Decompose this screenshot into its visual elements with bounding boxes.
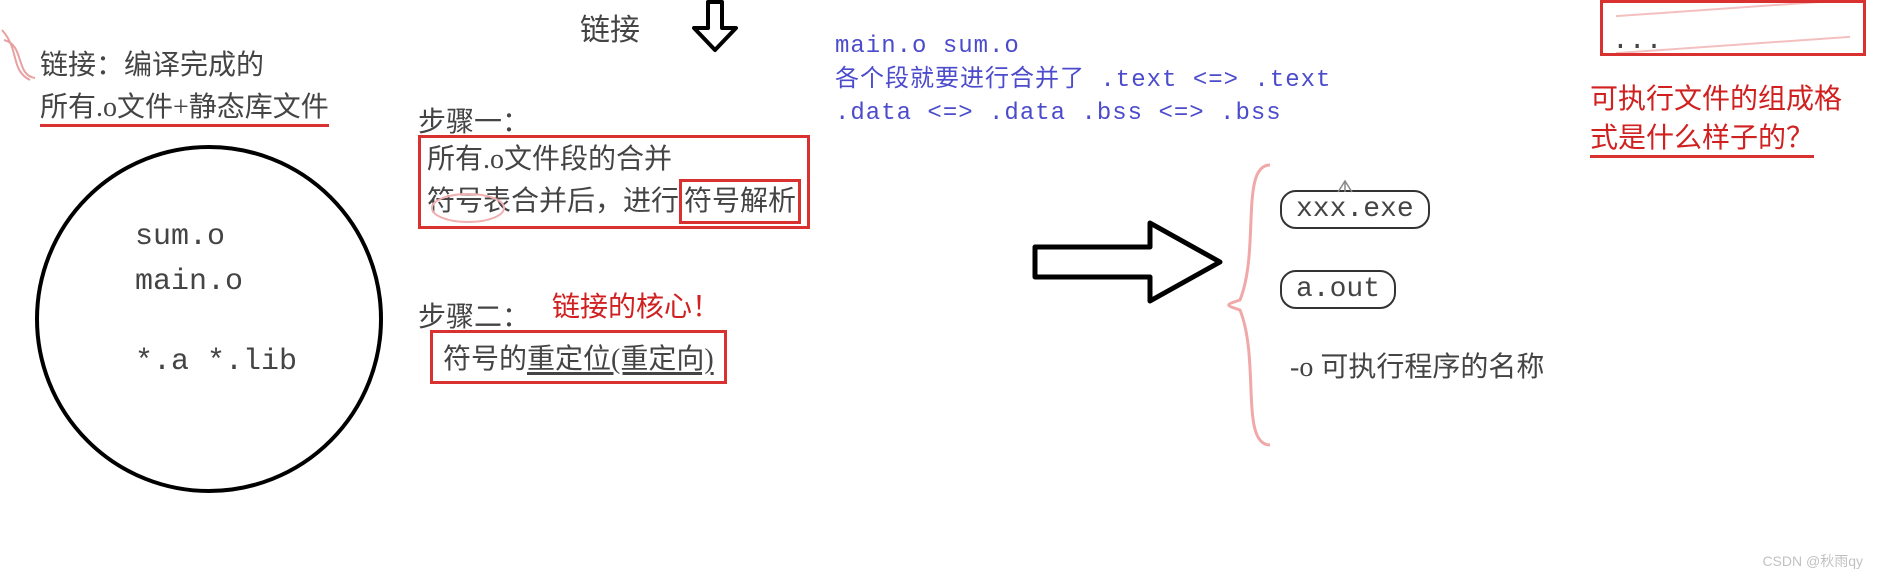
right-question-l2: 式是什么样子的？ [1590,123,1814,158]
circle-main: main.o [135,265,243,299]
step2-box: 符号的重定位(重定向) [430,330,727,384]
step2-prefix: 符号的 [443,344,527,375]
watermark: CSDN @秋雨qy [1762,551,1863,571]
input-files-circle [35,145,383,493]
step2-label: 步骤二： [418,295,530,335]
left-description: 链接：编译完成的 所有.o文件+静态库文件 [40,45,329,129]
step2-underlined: 重定位(重定向) [527,344,714,375]
left-title-line2: 所有.o文件+静态库文件 [40,87,329,129]
down-arrow-icon [680,0,750,55]
merge-line1: main.o sum.o [835,30,1331,64]
step2-note: 链接的核心！ [552,285,720,325]
scribble-dots: ... [1612,26,1662,57]
right-arrow-icon [1030,215,1230,310]
right-question-l1: 可执行文件的组成格 [1590,80,1842,119]
curly-brace-icon [1220,160,1280,450]
exe-bubble: xxx.exe [1280,190,1430,229]
circle-libs: *.a *.lib [135,345,297,379]
merge-description: main.o sum.o 各个段就要进行合并了 .text <=> .text … [835,30,1331,131]
output-option-text: -o 可执行程序的名称 [1290,345,1544,385]
aout-bubble: a.out [1280,270,1396,309]
link-label: 链接 [580,5,640,49]
step1-line1: 所有.o文件段的合并 [427,140,801,179]
right-question: 可执行文件的组成格 式是什么样子的？ [1590,80,1842,158]
merge-line3: .data <=> .data .bss <=> .bss [835,97,1331,131]
scribble-circle-icon [428,190,548,230]
merge-line2: 各个段就要进行合并了 .text <=> .text [835,64,1331,98]
left-title-line1: 链接：编译完成的 [40,45,329,87]
step1-label: 步骤一： [418,100,530,140]
text-cursor-icon [1335,178,1355,194]
step1-line2-symbol-resolution-box: 符号解析 [679,179,801,224]
circle-sum: sum.o [135,220,225,254]
left-title-line2-text: 所有.o文件+静态库文件 [40,92,329,127]
